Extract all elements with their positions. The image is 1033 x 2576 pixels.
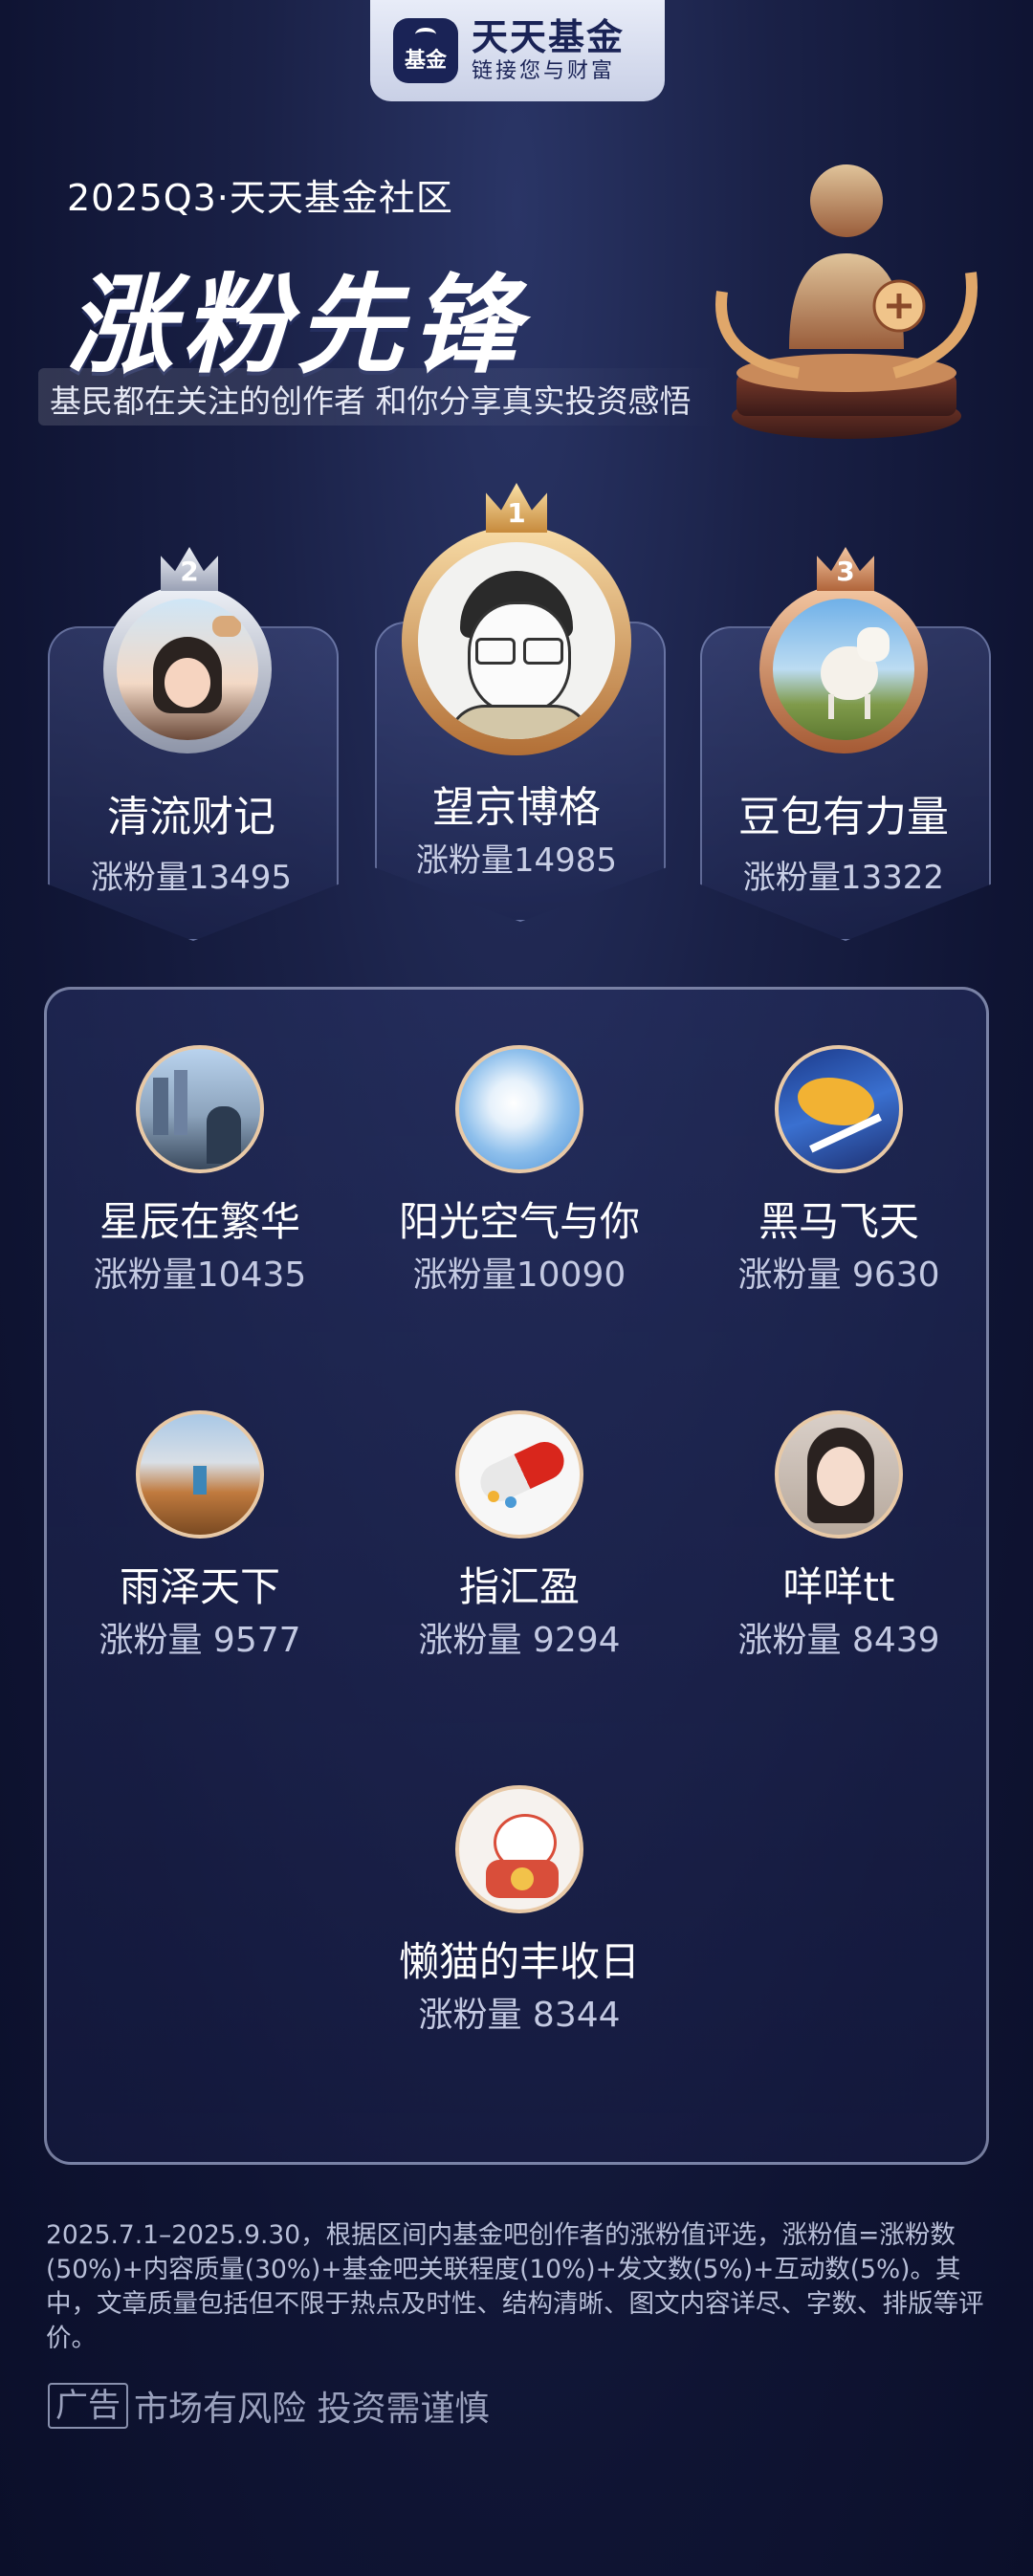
list-item-followers: 涨粉量10090 xyxy=(412,1255,626,1295)
podium-followers-rank-3: 涨粉量13322 xyxy=(742,859,945,897)
brand-logo: 基金 天天基金 链接您与财富 xyxy=(370,0,665,101)
list-item-name: 黑马飞天 xyxy=(758,1198,919,1245)
podium-followers-rank-2: 涨粉量13495 xyxy=(90,859,293,897)
list-item-name: 阳光空气与你 xyxy=(398,1198,640,1245)
page-subtitle: 基民都在关注的创作者 和你分享真实投资感悟 xyxy=(50,382,692,420)
list-item[interactable]: 阳光空气与你 涨粉量10090 xyxy=(366,1045,672,1296)
list-item-name: 懒猫的丰收日 xyxy=(398,1938,640,1985)
avatar[interactable] xyxy=(418,542,615,739)
selection-rules-note: 2025.7.1–2025.9.30，根据区间内基金吧创作者的涨粉值评选，涨粉值… xyxy=(46,2220,984,2353)
crown-icon: 2 xyxy=(161,547,218,591)
brand-slogan: 链接您与财富 xyxy=(472,59,616,83)
list-item[interactable]: 懒猫的丰收日 涨粉量 8344 xyxy=(366,1785,672,2036)
avatar xyxy=(455,1045,583,1173)
list-item[interactable]: 指汇盈 涨粉量 9294 xyxy=(366,1410,672,1661)
list-item[interactable]: 雨泽天下 涨粉量 9577 xyxy=(47,1410,353,1661)
list-item-followers: 涨粉量 9630 xyxy=(737,1255,940,1295)
list-item[interactable]: 星辰在繁华 涨粉量10435 xyxy=(47,1045,353,1296)
list-item[interactable]: 黑马飞天 涨粉量 9630 xyxy=(686,1045,992,1296)
list-item-name: 星辰在繁华 xyxy=(99,1198,300,1245)
rank-number: 3 xyxy=(836,556,855,587)
gold-medal-frame xyxy=(402,526,631,755)
podium-name-rank-3: 豆包有力量 xyxy=(738,793,949,841)
ad-badge: 广告 xyxy=(48,2383,128,2429)
rank-number: 2 xyxy=(180,556,199,587)
list-item-followers: 涨粉量 8439 xyxy=(737,1621,940,1660)
avatar xyxy=(455,1410,583,1539)
ranking-list-panel: 星辰在繁华 涨粉量10435 阳光空气与你 涨粉量10090 黑马飞天 涨粉量 … xyxy=(44,987,989,2165)
list-item-followers: 涨粉量 9577 xyxy=(99,1621,301,1660)
brand-mark-text: 基金 xyxy=(404,49,447,73)
period-label: 2025Q3·天天基金社区 xyxy=(67,177,453,219)
bronze-medal-frame xyxy=(759,585,928,753)
brand-mark-icon: 基金 xyxy=(393,18,458,83)
podium-name-rank-1: 望京博格 xyxy=(432,783,601,832)
avatar xyxy=(136,1045,264,1173)
brand-name: 天天基金 xyxy=(472,16,626,58)
list-item-followers: 涨粉量 8344 xyxy=(418,1996,621,2035)
risk-warning: 市场有风险 投资需谨慎 xyxy=(134,2390,490,2429)
crown-icon: 3 xyxy=(817,547,874,591)
list-item-name: 指汇盈 xyxy=(458,1563,580,1610)
podium-followers-rank-1: 涨粉量14985 xyxy=(415,841,618,880)
avatar[interactable] xyxy=(117,599,258,740)
avatar xyxy=(775,1410,903,1539)
list-item[interactable]: 咩咩tt 涨粉量 8439 xyxy=(686,1410,992,1661)
avatar[interactable] xyxy=(773,599,914,740)
list-item-followers: 涨粉量 9294 xyxy=(418,1621,621,1660)
crown-icon: 1 xyxy=(486,483,547,533)
avatar xyxy=(775,1045,903,1173)
ad-row: 广告 市场有风险 投资需谨慎 xyxy=(48,2381,489,2431)
avatar xyxy=(455,1785,583,1913)
list-item-followers: 涨粉量10435 xyxy=(93,1255,307,1295)
podium-name-rank-2: 清流财记 xyxy=(107,793,275,841)
rank-number: 1 xyxy=(507,497,526,529)
list-item-name: 雨泽天下 xyxy=(119,1563,280,1610)
avatar xyxy=(136,1410,264,1539)
list-item-name: 咩咩tt xyxy=(782,1563,895,1610)
trophy-icon xyxy=(715,164,978,439)
silver-medal-frame xyxy=(103,585,272,753)
